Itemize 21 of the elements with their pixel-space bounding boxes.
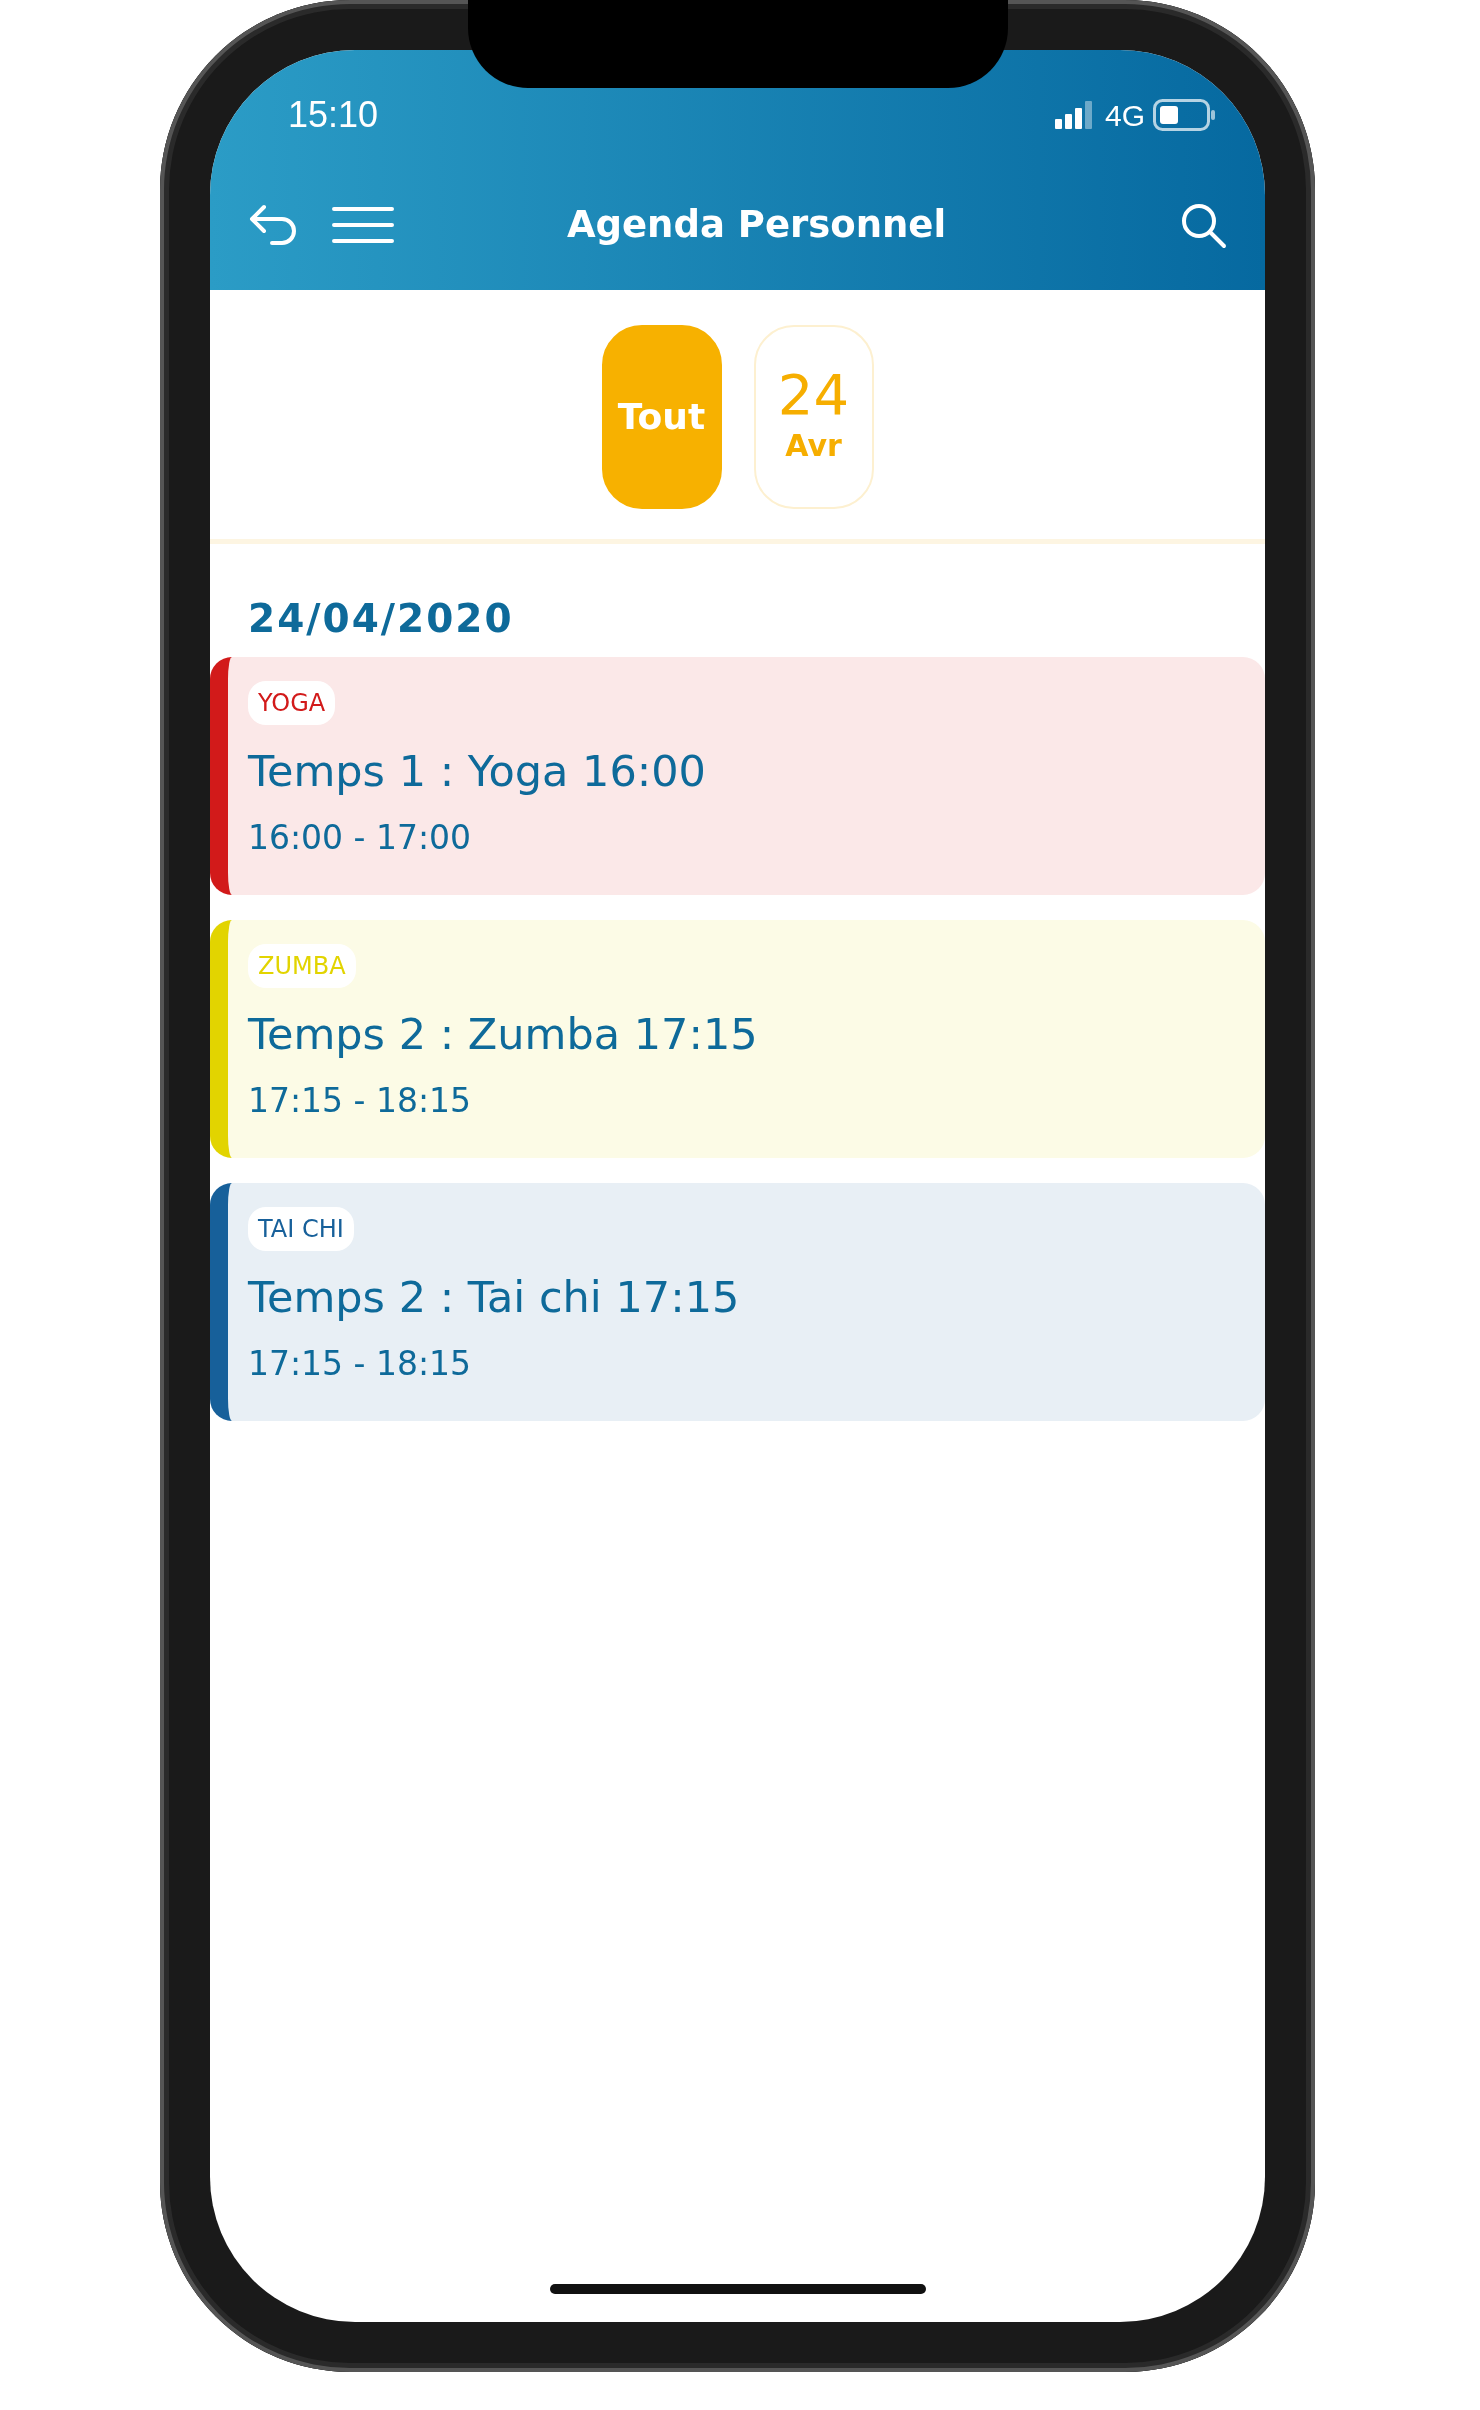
search-icon <box>1179 201 1227 249</box>
network-label: 4G <box>1104 97 1145 134</box>
event-card[interactable]: YOGA Temps 1 : Yoga 16:00 16:00 - 17:00 <box>210 656 1265 895</box>
event-time: 17:15 - 18:15 <box>248 1080 472 1123</box>
category-tag: TAI CHI <box>248 1206 354 1251</box>
event-title: Temps 1 : Yoga 16:00 <box>248 744 706 798</box>
month-label: Avr <box>785 426 842 465</box>
event-time: 17:15 - 18:15 <box>248 1343 472 1386</box>
event-card[interactable]: TAI CHI Temps 2 : Tai chi 17:15 17:15 - 18:15 <box>210 1182 1265 1421</box>
event-card[interactable]: ZUMBA Temps 2 : Zumba 17:15 17:15 - 18:15 <box>210 919 1265 1158</box>
date-heading: 24/04/2020 <box>247 595 515 643</box>
category-tag: YOGA <box>248 680 336 725</box>
event-title: Temps 2 : Zumba 17:15 <box>248 1007 758 1061</box>
status-time: 15:10 <box>288 93 379 137</box>
day-number: 24 <box>777 366 850 423</box>
category-tag: ZUMBA <box>248 943 356 988</box>
app-title: Agenda Personnel <box>565 202 948 249</box>
event-title: Temps 2 : Tai chi 17:15 <box>248 1270 740 1324</box>
battery-icon <box>1153 99 1217 131</box>
menu-icon <box>332 205 394 245</box>
event-time: 16:00 - 17:00 <box>248 817 472 860</box>
